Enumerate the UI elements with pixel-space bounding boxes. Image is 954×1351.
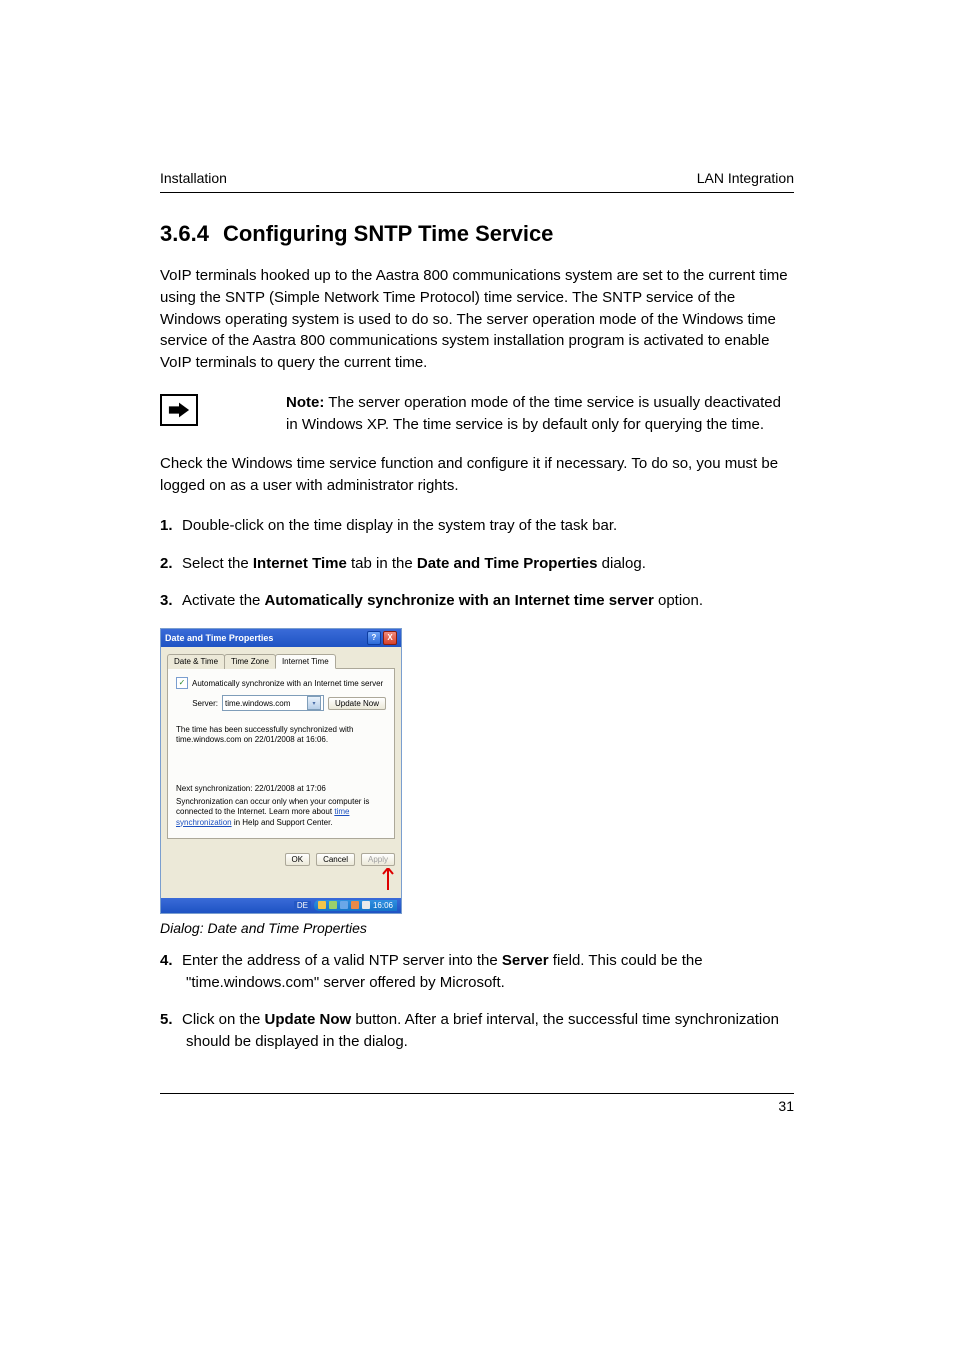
system-tray: DE 16:06 [161, 898, 401, 913]
tab-page-internet-time: ✓ Automatically synchronize with an Inte… [167, 669, 395, 839]
sync-status-text: The time has been successfully synchroni… [176, 725, 386, 746]
ok-button[interactable]: OK [285, 853, 311, 866]
sync-note-post: in Help and Support Center. [232, 818, 333, 827]
note-text: Note: The server operation mode of the t… [286, 392, 794, 436]
step-4-num: 4. [160, 950, 182, 972]
section-heading: 3.6.4 Configuring SNTP Time Service [160, 221, 794, 247]
step-3-num: 3. [160, 590, 182, 612]
date-time-properties-dialog: Date and Time Properties ? X Date & Time… [160, 628, 402, 914]
header-rule [160, 192, 794, 193]
header-left: Installation [160, 170, 227, 186]
tray-notification-area: 16:06 [314, 900, 397, 911]
intro-paragraph: VoIP terminals hooked up to the Aastra 8… [160, 265, 794, 374]
server-combobox[interactable]: time.windows.com ▾ [222, 695, 324, 711]
tab-time-zone[interactable]: Time Zone [224, 654, 276, 669]
step-3-pre: Activate the [182, 592, 265, 609]
step-1: 1.Double-click on the time display in th… [160, 515, 794, 537]
combo-arrow-icon[interactable]: ▾ [307, 696, 321, 710]
note-label: Note: [286, 394, 324, 411]
footer-rule [160, 1093, 794, 1094]
titlebar-close-button[interactable]: X [383, 631, 397, 645]
tab-date-time[interactable]: Date & Time [167, 654, 225, 669]
step-2-pre: Select the [182, 555, 253, 572]
step-4-b1: Server [502, 952, 549, 969]
tray-icon-4[interactable] [351, 901, 359, 909]
note-arrow-icon [160, 394, 198, 426]
step-5-num: 5. [160, 1009, 182, 1031]
apply-button[interactable]: Apply [361, 853, 395, 866]
section-title-text: Configuring SNTP Time Service [223, 221, 553, 246]
step-5-b1: Update Now [265, 1011, 352, 1028]
auto-sync-label: Automatically synchronize with an Intern… [192, 679, 383, 688]
next-sync-text: Next synchronization: 22/01/2008 at 17:0… [176, 784, 386, 793]
step-1-text: Double-click on the time display in the … [182, 517, 617, 534]
note-block: Note: The server operation mode of the t… [160, 392, 794, 436]
apply-callout-arrow-icon [161, 872, 401, 898]
language-indicator[interactable]: DE [294, 901, 311, 910]
step-2-b2: Date and Time Properties [417, 555, 598, 572]
step-3-b1: Automatically synchronize with an Intern… [265, 592, 654, 609]
step-4: 4.Enter the address of a valid NTP serve… [160, 950, 794, 994]
step-3: 3.Activate the Automatically synchronize… [160, 590, 794, 612]
update-now-button[interactable]: Update Now [328, 697, 386, 710]
step-2-post: dialog. [598, 555, 646, 572]
note-body: The server operation mode of the time se… [286, 394, 781, 433]
step-5: 5.Click on the Update Now button. After … [160, 1009, 794, 1053]
step-2-num: 2. [160, 553, 182, 575]
section-number: 3.6.4 [160, 221, 209, 247]
step-5-pre: Click on the [182, 1011, 265, 1028]
dialog-titlebar[interactable]: Date and Time Properties ? X [161, 629, 401, 647]
step-3-post: option. [654, 592, 703, 609]
dialog-figure: Date and Time Properties ? X Date & Time… [160, 628, 794, 936]
tab-internet-time[interactable]: Internet Time [275, 654, 336, 669]
tray-icon-1[interactable] [318, 901, 326, 909]
tray-icon-2[interactable] [329, 901, 337, 909]
server-value: time.windows.com [225, 699, 290, 708]
check-paragraph: Check the Windows time service function … [160, 453, 794, 497]
figure-caption: Dialog: Date and Time Properties [160, 920, 794, 936]
step-4-pre: Enter the address of a valid NTP server … [182, 952, 502, 969]
dialog-tabs: Date & Time Time Zone Internet Time [167, 653, 395, 669]
cancel-button[interactable]: Cancel [316, 853, 355, 866]
dialog-title: Date and Time Properties [165, 633, 273, 643]
auto-sync-checkbox[interactable]: ✓ [176, 677, 188, 689]
tray-icon-3[interactable] [340, 901, 348, 909]
server-label: Server: [176, 699, 218, 708]
step-2: 2.Select the Internet Time tab in the Da… [160, 553, 794, 575]
step-1-num: 1. [160, 515, 182, 537]
page-number: 31 [160, 1098, 794, 1114]
dialog-footer: OK Cancel Apply [161, 845, 401, 872]
step-2-mid: tab in the [347, 555, 417, 572]
tray-clock[interactable]: 16:06 [373, 901, 393, 910]
step-2-b1: Internet Time [253, 555, 347, 572]
sync-note-text: Synchronization can occur only when your… [176, 797, 386, 828]
titlebar-help-button[interactable]: ? [367, 631, 381, 645]
header-right: LAN Integration [697, 170, 794, 186]
tray-icon-5[interactable] [362, 901, 370, 909]
